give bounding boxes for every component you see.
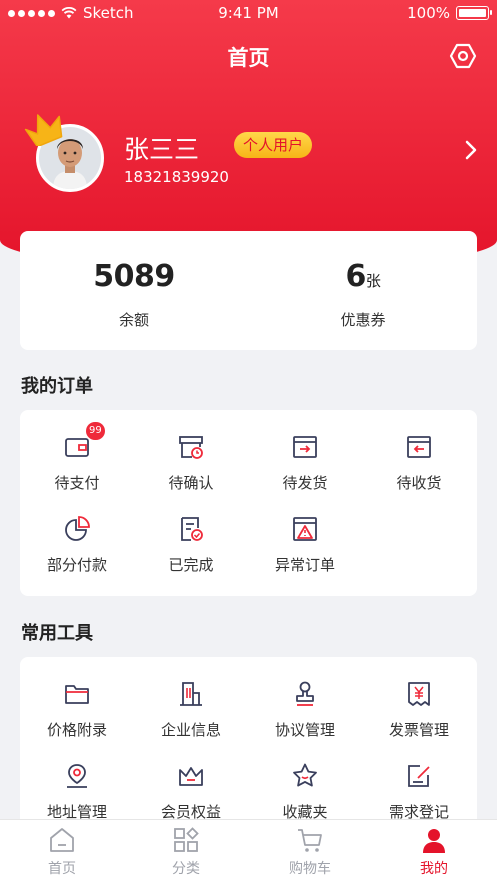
- tab-label: 分类: [172, 861, 200, 877]
- tab-category[interactable]: 分类: [124, 826, 248, 878]
- tool-item-label: 发票管理: [388, 721, 449, 739]
- tool-item-label: 企业信息: [160, 721, 221, 739]
- settings-hexagon-icon: [449, 43, 477, 69]
- tab-bar: 首页 分类 购物车 我的: [0, 819, 497, 883]
- orders-card: 99 待支付 待确认 待发货 待收货 部分付款 已完成 异常订单: [20, 410, 477, 596]
- doc-check-icon: [181, 517, 203, 541]
- order-item-label: 待支付: [54, 474, 100, 492]
- settings-button[interactable]: [449, 42, 477, 70]
- category-icon: [174, 827, 199, 852]
- pending-payment-count-badge: 99: [86, 422, 105, 440]
- chevron-right-icon[interactable]: [462, 138, 480, 162]
- order-item-label: 异常订单: [274, 556, 335, 574]
- crown-icon: [179, 767, 203, 786]
- order-item-partial-payment[interactable]: 部分付款: [20, 514, 134, 575]
- home-icon: [50, 828, 74, 852]
- order-item-pending-ship[interactable]: 待发货: [248, 432, 362, 493]
- location-icon: [67, 764, 87, 788]
- pie-chart-icon: [65, 516, 90, 541]
- orders-section-title: 我的订单: [21, 376, 93, 397]
- tool-item-invoice[interactable]: 发票管理: [362, 679, 476, 740]
- tool-item-membership[interactable]: 会员权益: [134, 761, 248, 822]
- profile-row[interactable]: 张三三 个人用户 18321839920: [20, 110, 490, 200]
- coupon-value: 6: [345, 259, 367, 294]
- tool-item-favorites[interactable]: 收藏夹: [248, 761, 362, 822]
- balance-label: 余额: [118, 311, 149, 329]
- tool-item-price-appendix[interactable]: 价格附录: [20, 679, 134, 740]
- tool-item-label: 价格附录: [46, 721, 107, 739]
- tool-item-agreement[interactable]: 协议管理: [248, 679, 362, 740]
- cart-icon: [298, 829, 322, 852]
- folder-icon: [65, 685, 89, 704]
- tab-label: 购物车: [289, 861, 331, 877]
- tab-label: 我的: [420, 861, 448, 877]
- battery-percent: 100%: [407, 4, 450, 22]
- edit-doc-icon: [408, 765, 430, 787]
- building-icon: [180, 682, 202, 706]
- coupon-unit: 张: [365, 272, 381, 290]
- invoice-icon: [408, 682, 430, 706]
- tab-mine[interactable]: 我的: [372, 826, 496, 878]
- coupon-label: 优惠券: [340, 311, 386, 329]
- box-clock-icon: [179, 436, 203, 459]
- order-item-label: 已完成: [168, 556, 214, 574]
- box-arrow-right-icon: [293, 436, 317, 458]
- order-item-label: 部分付款: [46, 556, 107, 574]
- coupon-stat[interactable]: 6张 优惠券: [249, 231, 477, 350]
- warning-doc-icon: [293, 517, 317, 541]
- tab-label: 首页: [48, 861, 76, 877]
- user-type-badge: 个人用户: [234, 132, 313, 158]
- stamp-icon: [296, 681, 314, 706]
- order-item-label: 待收货: [396, 474, 442, 492]
- user-name: 张三三: [124, 135, 200, 164]
- status-bar: Sketch 9:41 PM 100%: [0, 0, 497, 28]
- order-item-pending-receive[interactable]: 待收货: [362, 432, 476, 493]
- crown-icon: [24, 114, 63, 146]
- order-item-pending-confirm[interactable]: 待确认: [134, 432, 248, 493]
- user-phone: 18321839920: [124, 168, 229, 186]
- star-icon: [293, 763, 317, 787]
- user-icon: [423, 829, 445, 853]
- order-item-label: 待确认: [168, 474, 214, 492]
- tool-item-company-info[interactable]: 企业信息: [134, 679, 248, 740]
- order-item-label: 待发货: [282, 474, 328, 492]
- tool-item-address[interactable]: 地址管理: [20, 761, 134, 822]
- tab-cart[interactable]: 购物车: [248, 826, 372, 878]
- tool-item-label: 协议管理: [274, 721, 335, 739]
- tools-section-title: 常用工具: [21, 623, 93, 644]
- order-item-completed[interactable]: 已完成: [134, 514, 248, 575]
- order-item-exception[interactable]: 异常订单: [248, 514, 362, 575]
- tools-card: 价格附录 企业信息 协议管理 发票管理 地址管理 会员权益 收藏夹 需求登记: [20, 657, 477, 837]
- balance-stat[interactable]: 5089 余额: [20, 231, 248, 350]
- box-arrow-left-icon: [407, 436, 431, 458]
- order-item-pending-payment[interactable]: 99 待支付: [20, 422, 134, 493]
- tool-item-demand-registration[interactable]: 需求登记: [362, 761, 476, 822]
- page-title: 首页: [227, 46, 270, 70]
- battery-icon: [456, 6, 492, 20]
- tab-home[interactable]: 首页: [0, 826, 124, 878]
- balance-value: 5089: [93, 259, 175, 294]
- balance-card: 5089 余额 6张 优惠券: [20, 231, 477, 350]
